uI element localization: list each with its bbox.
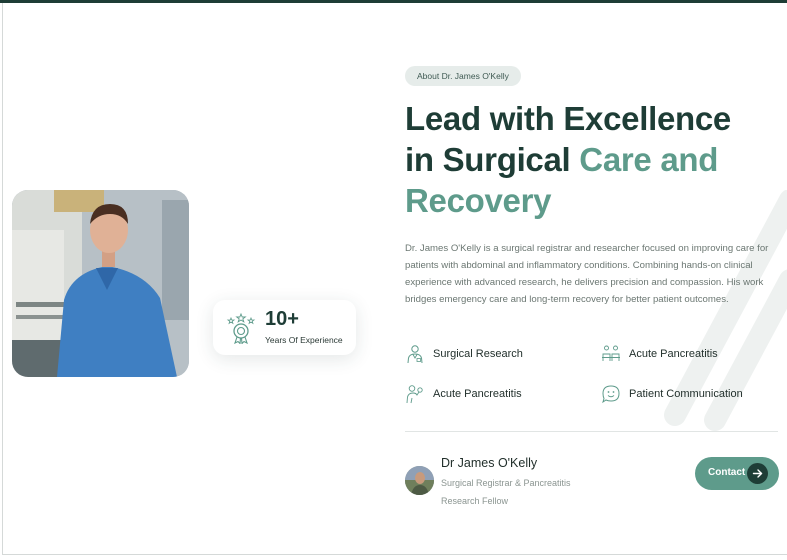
decorative-stripes [664,190,787,431]
author-name: Dr James O'Kelly [441,456,538,470]
feature-acute-pancreatitis: Acute Pancreatitis [601,343,718,365]
experience-number: 10+ [265,308,299,330]
left-border [2,3,3,555]
researcher-icon [407,345,423,364]
experience-label: Years Of Experience [265,335,343,345]
consult-icon [406,385,423,404]
contact-button[interactable]: Contact [695,457,779,490]
author-role: Surgical Registrar & Pancreatitis Resear… [441,478,571,506]
feature-label: Surgical Research [433,348,523,360]
bio-paragraph: Dr. James O'Kelly is a surgical registra… [405,243,769,305]
arrow-right-icon [747,463,768,484]
feature-patient-communication: Patient Communication [601,383,743,405]
bottom-border [2,554,787,555]
section-divider [405,431,778,432]
page-headline: Lead with Excellence in Surgical Care an… [405,98,775,221]
avatar [405,466,434,495]
doctor-photo [12,190,189,377]
feature-label: Acute Pancreatitis [433,388,522,400]
feature-surgical-research: Surgical Research [405,343,523,365]
headline-line-2-accent: Care and [579,141,719,178]
feature-label: Patient Communication [629,388,743,400]
experience-card: 10+ Years Of Experience [213,300,356,355]
contact-label: Contact [708,467,746,478]
speech-face-icon [602,385,620,404]
feature-label: Acute Pancreatitis [629,348,718,360]
ward-icon [602,345,620,361]
headline-line-2-dark: in Surgical [405,141,580,178]
about-badge: About Dr. James O'Kelly [405,66,521,86]
top-accent-bar [0,0,787,3]
headline-line-3-accent: Recovery [405,182,552,219]
medal-icon [226,312,256,344]
headline-line-1: Lead with Excellence [405,100,731,137]
feature-acute-pancreatitis-2: Acute Pancreatitis [405,383,522,405]
